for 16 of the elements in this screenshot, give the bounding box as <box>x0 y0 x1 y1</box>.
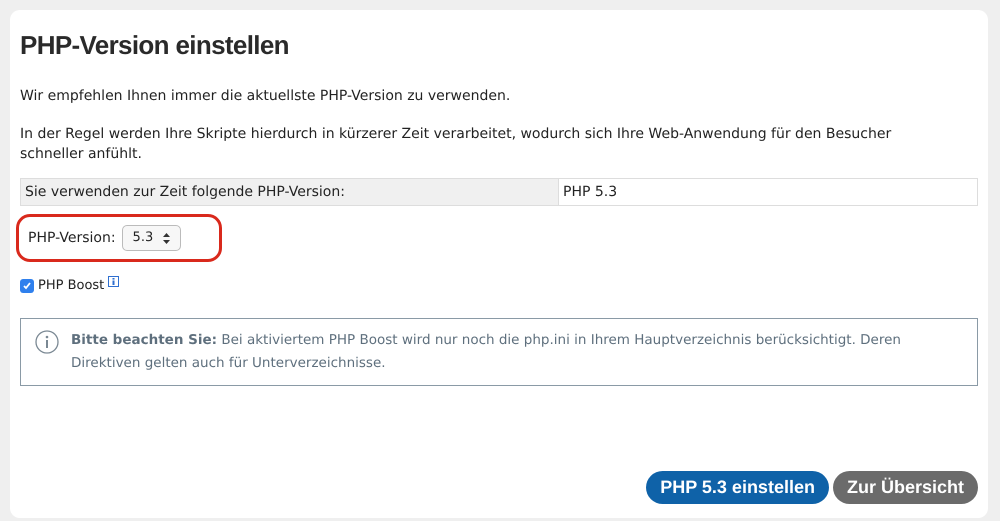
paragraph: Wir empfehlen Ihnen immer die aktuellste PHP-Version zu verwenden. <box>20 87 512 106</box>
apply-button[interactable]: PHP 5.3 einstellen <box>646 471 829 504</box>
boost-checkbox[interactable] <box>20 278 34 293</box>
notice-text: Bitte beachten Sie: Bei aktiviertem PHP Boost wird nur noch die php.ini in Ihrem Hauptverzeichnis berücksichtigt. Deren Direktiven gelten auch für Unterverzeichnisse. <box>71 330 902 372</box>
version-label: PHP-Version: <box>28 228 116 248</box>
checkmark-icon <box>22 280 32 291</box>
table-cell: Sie verwenden zur Zeit folgende PHP-Version: <box>21 179 559 205</box>
info-icon <box>35 330 59 354</box>
overview-button[interactable]: Zur Übersicht <box>832 471 978 504</box>
paragraph: In der Regel werden Ihre Skripte hierdurch in kürzerer Zeit verarbeitet, wodurch sich Ihre Web-Anwendung für den Besucher schneller anfühlt. <box>20 125 892 164</box>
version-select[interactable]: 5.3 <box>122 225 182 251</box>
page-title: PHP-Version einstellen <box>20 29 289 62</box>
info-icon[interactable] <box>108 276 120 287</box>
updown-arrows-icon <box>163 232 170 244</box>
boost-label: PHP Boost <box>38 277 104 295</box>
table-cell-text: PHP 5.3 <box>562 182 618 202</box>
